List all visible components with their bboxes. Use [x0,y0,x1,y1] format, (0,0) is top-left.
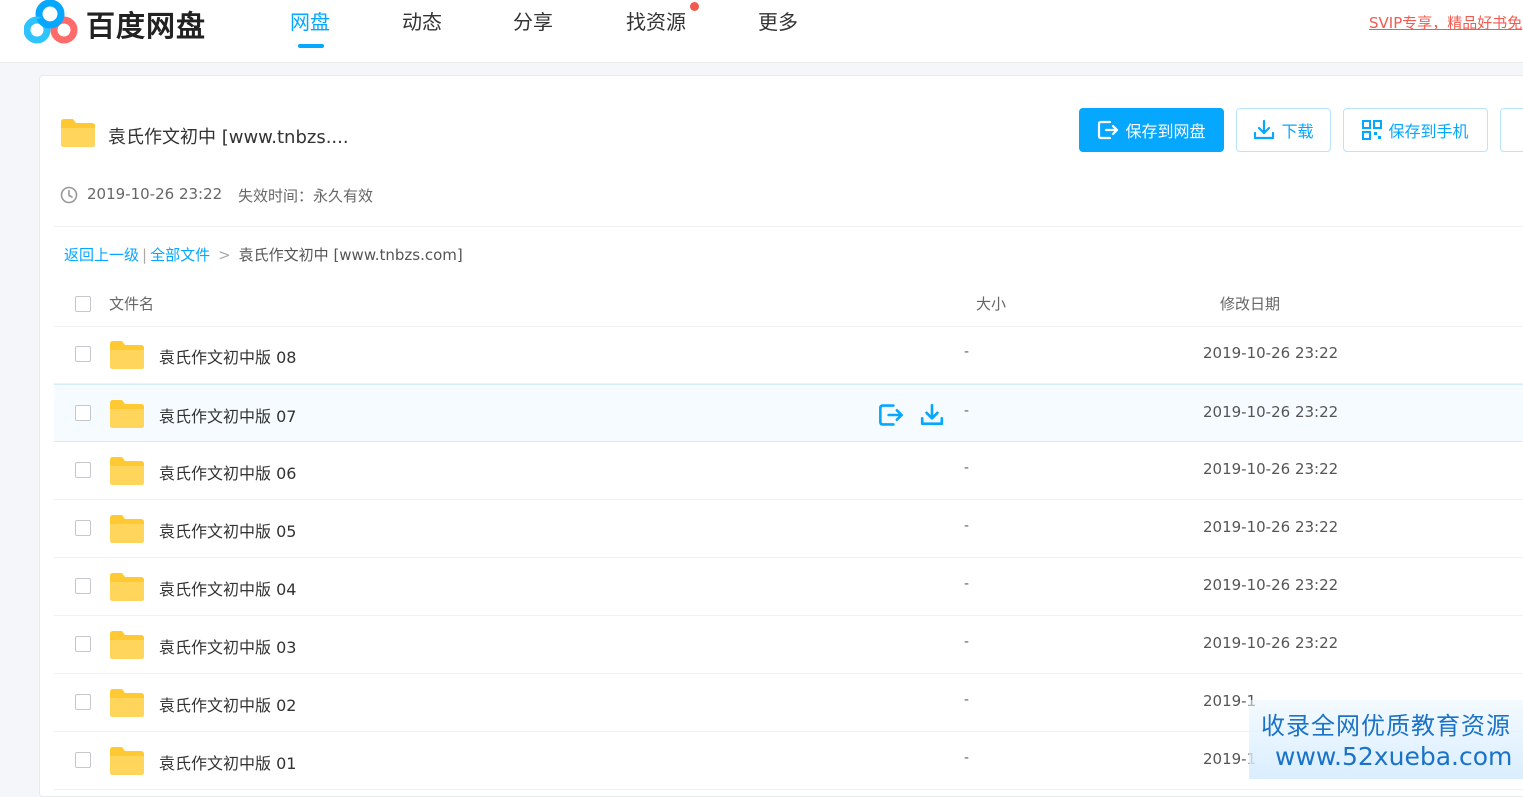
select-all-checkbox[interactable] [75,296,91,312]
row-actions [878,402,948,428]
file-modified: 2019-10-26 23:22 [1203,403,1339,421]
breadcrumb-back-link[interactable]: 返回上一级 [64,246,139,264]
share-created-time: 2019-10-26 23:22 [87,185,223,203]
breadcrumb-current: 袁氏作文初中 [www.tnbzs.com] [238,246,463,264]
file-size: - [964,343,969,360]
save-to-phone-label: 保存到手机 [1388,122,1469,141]
table-row[interactable]: 袁氏作文初中版 05 - 2019-10-26 23:22 [54,500,1523,558]
nav-item-disk[interactable]: 网盘 [290,6,330,35]
file-size: - [964,691,969,708]
file-name[interactable]: 袁氏作文初中版 04 [159,576,296,600]
file-name[interactable]: 袁氏作文初中版 05 [159,518,296,542]
table-row[interactable]: 袁氏作文初中版 06 - 2019-10-26 23:22 [54,442,1523,500]
file-size: - [964,749,969,766]
breadcrumb-separator: > [218,246,231,264]
clock-icon [60,186,78,204]
watermark-line-1: 收录全网优质教育资源 [1261,712,1511,740]
folder-icon [110,515,144,543]
divider [54,226,1523,227]
file-modified: 2019-10-26 23:22 [1203,344,1339,362]
breadcrumb-divider: | [142,246,148,264]
qr-phone-icon [1362,120,1383,140]
nav-item-share[interactable]: 分享 [513,6,553,35]
logo-text: 百度网盘 [86,9,207,43]
file-name[interactable]: 袁氏作文初中版 03 [159,634,296,658]
file-modified: 2019-10-26 23:22 [1203,518,1339,536]
save-to-disk-button[interactable]: 保存到网盘 [1079,108,1224,152]
nav-item-activity[interactable]: 动态 [402,6,442,35]
folder-icon [110,573,144,601]
save-to-disk-label: 保存到网盘 [1125,122,1206,141]
row-checkbox[interactable] [75,405,91,421]
row-checkbox[interactable] [75,752,91,768]
breadcrumb-all-files-link[interactable]: 全部文件 [150,246,210,264]
file-name[interactable]: 袁氏作文初中版 06 [159,460,296,484]
save-to-disk-icon[interactable] [878,402,904,428]
file-size: - [964,459,969,476]
file-name[interactable]: 袁氏作文初中版 08 [159,344,296,368]
column-header-name[interactable]: 文件名 [109,293,154,314]
folder-icon [110,689,144,717]
table-row[interactable]: 袁氏作文初中版 07 - 2019-10-26 23:22 [54,384,1523,442]
row-checkbox[interactable] [75,462,91,478]
file-modified: 2019-10-26 23:22 [1203,460,1339,478]
file-size: - [964,633,969,650]
file-modified: 2019-10-26 23:22 [1203,634,1339,652]
save-to-disk-icon [1098,120,1119,140]
table-row[interactable]: 袁氏作文初中版 08 - 2019-10-26 23:22 [54,326,1523,384]
svip-promo-link[interactable]: SVIP专享，精品好书免 [1369,12,1522,33]
folder-icon [110,400,144,428]
download-icon[interactable] [920,402,944,428]
folder-icon [61,119,95,147]
download-icon [1254,119,1275,140]
file-modified: 2019-10-26 23:22 [1203,576,1339,594]
save-to-phone-button[interactable]: 保存到手机 [1343,108,1488,152]
file-list-header: 文件名 大小 修改日期 [54,284,1523,327]
file-size: - [964,402,969,419]
file-name[interactable]: 袁氏作文初中版 07 [159,403,296,427]
watermark-banner: 收录全网优质教育资源 www.52xueba.com [1249,700,1523,779]
nav-item-find-resources[interactable]: 找资源 [626,6,686,35]
row-checkbox[interactable] [75,346,91,362]
more-action-button[interactable] [1500,108,1523,152]
nav-item-more[interactable]: 更多 [758,6,798,35]
breadcrumb: 返回上一级 | 全部文件 > 袁氏作文初中 [www.tnbzs.com] [64,244,463,265]
folder-icon [110,457,144,485]
table-row[interactable]: 袁氏作文初中版 04 - 2019-10-26 23:22 [54,558,1523,616]
nav-active-indicator [298,44,324,48]
row-checkbox[interactable] [75,694,91,710]
share-card: 袁氏作文初中 [www.tnbzs.... 保存到网盘 下载 保存到手机 201… [39,75,1523,797]
folder-icon [110,631,144,659]
file-size: - [964,517,969,534]
share-expire-time: 失效时间：永久有效 [238,187,374,205]
file-size: - [964,575,969,592]
folder-icon [110,747,144,775]
row-checkbox[interactable] [75,636,91,652]
top-navigation: 百度网盘 网盘 动态 分享 找资源 更多 SVIP专享，精品好书免 [0,0,1523,63]
share-title: 袁氏作文初中 [www.tnbzs.... [108,127,349,148]
cloud-logo-icon [24,0,78,44]
file-name[interactable]: 袁氏作文初中版 02 [159,692,296,716]
file-name[interactable]: 袁氏作文初中版 01 [159,750,296,774]
watermark-line-2: www.52xueba.com [1275,742,1513,771]
column-header-size[interactable]: 大小 [976,293,1006,314]
table-row[interactable]: 袁氏作文初中版 03 - 2019-10-26 23:22 [54,616,1523,674]
row-checkbox[interactable] [75,520,91,536]
download-button[interactable]: 下载 [1236,108,1331,152]
folder-icon [110,341,144,369]
row-checkbox[interactable] [75,578,91,594]
column-header-modified[interactable]: 修改日期 [1220,293,1280,314]
download-label: 下载 [1281,122,1314,141]
baidu-netdisk-logo[interactable]: 百度网盘 [24,0,224,46]
notification-dot [690,2,699,11]
